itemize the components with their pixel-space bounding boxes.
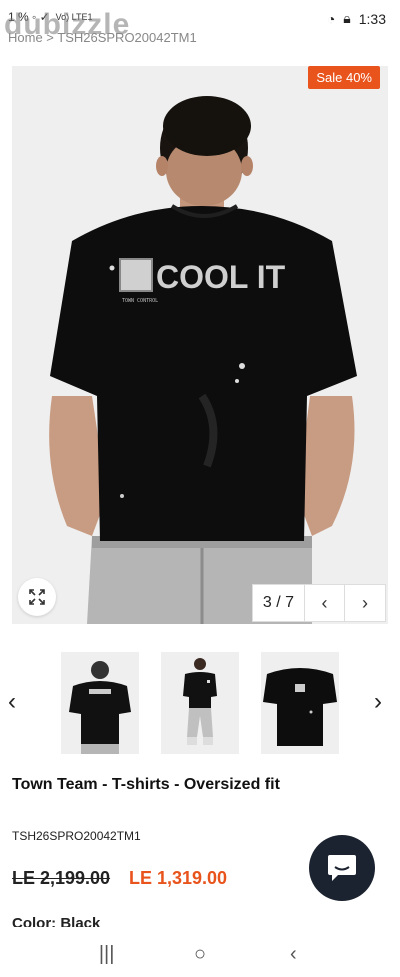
clock-time: 1:33	[358, 10, 386, 27]
recent-apps-button[interactable]: |||	[87, 943, 127, 966]
home-button[interactable]: ○	[180, 943, 220, 966]
alarm-icon: ◔	[326, 10, 336, 27]
status-icons-left: 1 % ◦ ✓ Vo) LTE1	[8, 10, 93, 24]
original-price: LE 2,199.00	[12, 868, 111, 888]
sale-price: LE 1,319.00	[129, 868, 228, 888]
lock-icon: 🔒︎	[343, 10, 351, 26]
system-nav-bar: ||| ○ ‹	[0, 932, 400, 977]
sale-badge: Sale 40%	[308, 66, 380, 89]
color-label: Color: Black	[12, 915, 101, 927]
shirt-patch-text: TOWN CONTROL	[122, 298, 158, 304]
thumbnail-back[interactable]	[61, 652, 139, 754]
chat-button[interactable]	[309, 835, 375, 901]
back-button[interactable]: ‹	[273, 943, 313, 966]
thumbnail-full-body[interactable]	[161, 652, 239, 754]
network-text: Vo) LTE1	[55, 12, 93, 22]
thumbnail-prev-button[interactable]: ‹	[8, 688, 16, 716]
shirt-print-text: COOL IT	[156, 259, 286, 295]
pager-prev-button[interactable]: ‹	[305, 585, 345, 621]
thumbnail-flat-back[interactable]	[261, 652, 339, 754]
product-title: Town Team - T-shirts - Oversized fit	[12, 776, 280, 793]
zoom-button[interactable]	[18, 578, 56, 616]
status-left-text: 1 % ◦ ✓	[8, 10, 50, 24]
image-pager: 3 / 7 ‹ ›	[252, 584, 386, 622]
product-photo: TOWN CONTROL COOL IT	[12, 66, 388, 624]
thumbnail-strip: ‹ ›	[0, 650, 400, 756]
status-icons-right: ◔ 🔒︎ 1:33	[327, 10, 386, 27]
breadcrumb[interactable]: Home > TSH26SPRO20042TM1	[8, 30, 288, 44]
pager-next-button[interactable]: ›	[345, 585, 385, 621]
thumbnail-next-button[interactable]: ›	[374, 688, 382, 716]
product-image[interactable]: TOWN CONTROL COOL IT Sale 40% 3 / 7 ‹ ›	[12, 66, 388, 624]
expand-icon	[29, 589, 45, 605]
product-sku: TSH26SPRO20042TM1	[12, 829, 141, 843]
chat-icon	[328, 855, 356, 881]
pager-count: 3 / 7	[253, 585, 305, 621]
